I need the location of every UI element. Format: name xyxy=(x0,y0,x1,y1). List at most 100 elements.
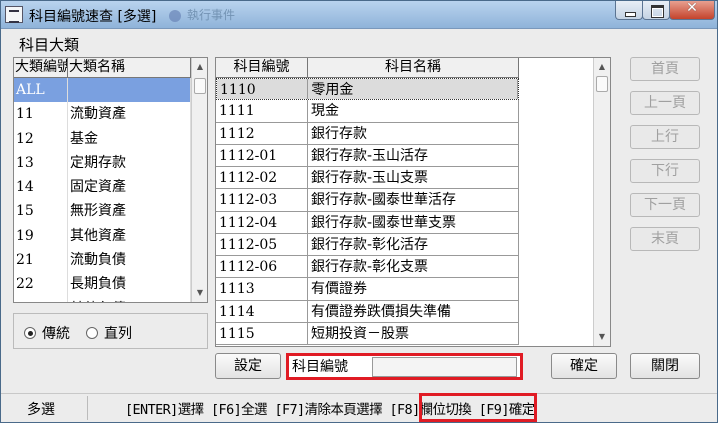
category-row[interactable]: 22 長期負債 xyxy=(14,272,191,297)
close-window-button[interactable]: ✕ xyxy=(669,0,715,20)
account-code: 1112-02 xyxy=(216,167,308,189)
radio-traditional-label: 傳統 xyxy=(42,326,70,342)
account-name: 現金 xyxy=(308,100,519,122)
minimize-button[interactable] xyxy=(615,1,643,20)
search-field-label: 科目編號 xyxy=(292,359,348,375)
column-header-account-code[interactable]: 科目編號 xyxy=(216,58,308,78)
category-code: 11 xyxy=(14,102,68,127)
next-row-button[interactable]: 下行 xyxy=(630,159,700,183)
scroll-thumb[interactable] xyxy=(194,78,206,94)
category-row[interactable]: 12 基金 xyxy=(14,126,191,151)
category-name: 無形資產 xyxy=(68,199,191,224)
column-header-category-name[interactable]: 大類名稱 xyxy=(68,58,191,78)
account-code: 1112 xyxy=(216,122,308,144)
category-code: 15 xyxy=(14,199,68,224)
category-row[interactable]: 15 無形資產 xyxy=(14,199,191,224)
f8-highlight-box xyxy=(419,393,537,422)
prev-page-button[interactable]: 上一頁 xyxy=(630,91,700,115)
account-row[interactable]: 1114 有價證券跌價損失準備 xyxy=(216,300,519,323)
account-code: 1110 xyxy=(217,79,309,100)
account-table[interactable]: 科目編號 科目名稱 1110 零用金 1111 現金 1112 銀行存款 1112-01 銀行… xyxy=(215,57,611,347)
category-name: 流動負債 xyxy=(68,248,191,273)
task-icon xyxy=(169,9,181,22)
account-scrollbar[interactable]: ▲ ▼ xyxy=(593,58,610,346)
category-code: 13 xyxy=(14,150,68,176)
account-code: 1112-03 xyxy=(216,189,308,211)
category-code: 29 xyxy=(14,296,68,302)
category-name: 固定資產 xyxy=(68,175,191,200)
account-row[interactable]: 1110 零用金 xyxy=(216,78,519,101)
close-button[interactable]: 關閉 xyxy=(630,353,700,379)
category-table-header: 大類編號 大類名稱 xyxy=(14,58,191,78)
scroll-up-icon[interactable]: ▲ xyxy=(192,59,207,75)
account-row[interactable]: 1112 銀行存款 xyxy=(216,122,519,145)
account-row[interactable]: 1112-05 銀行存款-彰化活存 xyxy=(216,233,519,256)
category-row[interactable]: ALL xyxy=(14,78,191,103)
last-page-button[interactable]: 末頁 xyxy=(630,227,700,251)
category-row[interactable]: 19 其他資產 xyxy=(14,223,191,249)
category-row[interactable]: 14 固定資產 xyxy=(14,175,191,200)
column-header-category-code[interactable]: 大類編號 xyxy=(14,58,68,78)
maximize-button[interactable] xyxy=(642,1,670,20)
dialog-window: 科目編號速查 [多選] 執行事件 ✕ 科目大類 大類編號 大類名稱 ALL 11 流… xyxy=(0,0,718,423)
account-name: 銀行存款-玉山支票 xyxy=(308,167,519,189)
settings-button[interactable]: 設定 xyxy=(215,353,281,379)
category-name: 定期存款 xyxy=(68,150,191,176)
account-code: 1113 xyxy=(216,278,308,300)
account-rows: 1110 零用金 1111 現金 1112 銀行存款 1112-01 銀行存款-玉山活存 111… xyxy=(216,78,519,345)
category-row[interactable]: 13 定期存款 xyxy=(14,150,191,176)
account-row[interactable]: 1112-06 銀行存款-彰化支票 xyxy=(216,256,519,279)
prev-row-button[interactable]: 上行 xyxy=(630,125,700,149)
account-name: 銀行存款-國泰世華支票 xyxy=(308,211,519,233)
scroll-thumb[interactable] xyxy=(596,76,608,92)
account-row[interactable]: 1115 短期投資－股票 xyxy=(216,322,519,345)
account-code: 1115 xyxy=(216,322,308,344)
account-name: 銀行存款 xyxy=(308,122,519,144)
account-row[interactable]: 1112-01 銀行存款-玉山活存 xyxy=(216,144,519,167)
account-row[interactable]: 1112-04 銀行存款-國泰世華支票 xyxy=(216,211,519,234)
status-bar: 多選 [ENTER]選擇 [F6]全選 [F7]清除本頁選擇 [F8]欄位切換 … xyxy=(1,393,717,422)
category-row[interactable]: 29其他負債 xyxy=(14,296,191,302)
category-name xyxy=(68,78,191,103)
account-name: 銀行存款-彰化支票 xyxy=(308,256,519,278)
search-field-container: 科目編號 xyxy=(286,353,523,380)
account-row[interactable]: 1112-02 銀行存款-玉山支票 xyxy=(216,167,519,190)
view-mode-group: 傳統 直列 xyxy=(13,313,208,349)
category-scrollbar[interactable]: ▲ ▼ xyxy=(191,58,207,302)
search-input[interactable] xyxy=(372,357,517,377)
first-page-button[interactable]: 首頁 xyxy=(630,57,700,81)
category-code: ALL xyxy=(14,78,68,103)
category-table[interactable]: 大類編號 大類名稱 ALL 11 流動資產 12 基金 13 定期存款 14 固定資產 15 無形資… xyxy=(13,57,208,303)
radio-vertical[interactable]: 直列 xyxy=(86,323,132,343)
account-code: 1112-05 xyxy=(216,233,308,255)
close-icon: ✕ xyxy=(686,0,698,16)
background-task-label: 執行事件 xyxy=(169,6,269,24)
radio-traditional[interactable]: 傳統 xyxy=(24,323,70,343)
account-table-header: 科目編號 科目名稱 xyxy=(216,58,519,78)
background-task-text: 執行事件 xyxy=(187,8,236,22)
category-row[interactable]: 21 流動負債 xyxy=(14,248,191,273)
next-page-button[interactable]: 下一頁 xyxy=(630,193,700,217)
account-row[interactable]: 1112-03 銀行存款-國泰世華活存 xyxy=(216,189,519,212)
scroll-up-icon[interactable]: ▲ xyxy=(594,59,610,75)
account-code: 1112-06 xyxy=(216,256,308,278)
category-row[interactable]: 11 流動資產 xyxy=(14,102,191,127)
scroll-down-icon[interactable]: ▼ xyxy=(594,329,610,345)
category-rows: ALL 11 流動資產 12 基金 13 定期存款 14 固定資產 15 無形資產 19 其他資產 21 流… xyxy=(14,78,191,302)
category-code: 14 xyxy=(14,175,68,200)
app-icon xyxy=(5,6,23,23)
radio-selected-icon xyxy=(24,327,36,339)
scroll-down-icon[interactable]: ▼ xyxy=(192,285,207,301)
account-name: 銀行存款-玉山活存 xyxy=(308,144,519,166)
account-code: 1112-01 xyxy=(216,144,308,166)
account-name: 銀行存款-彰化活存 xyxy=(308,233,519,255)
title-bar[interactable]: 科目編號速查 [多選] 執行事件 ✕ xyxy=(1,0,717,29)
account-row[interactable]: 1111 現金 xyxy=(216,100,519,123)
column-header-account-name[interactable]: 科目名稱 xyxy=(308,58,519,78)
account-name: 銀行存款-國泰世華活存 xyxy=(308,189,519,211)
account-row[interactable]: 1113 有價證券 xyxy=(216,278,519,301)
confirm-button[interactable]: 確定 xyxy=(551,353,617,379)
radio-unselected-icon xyxy=(86,327,98,339)
radio-vertical-label: 直列 xyxy=(104,326,132,342)
status-divider xyxy=(87,396,88,420)
